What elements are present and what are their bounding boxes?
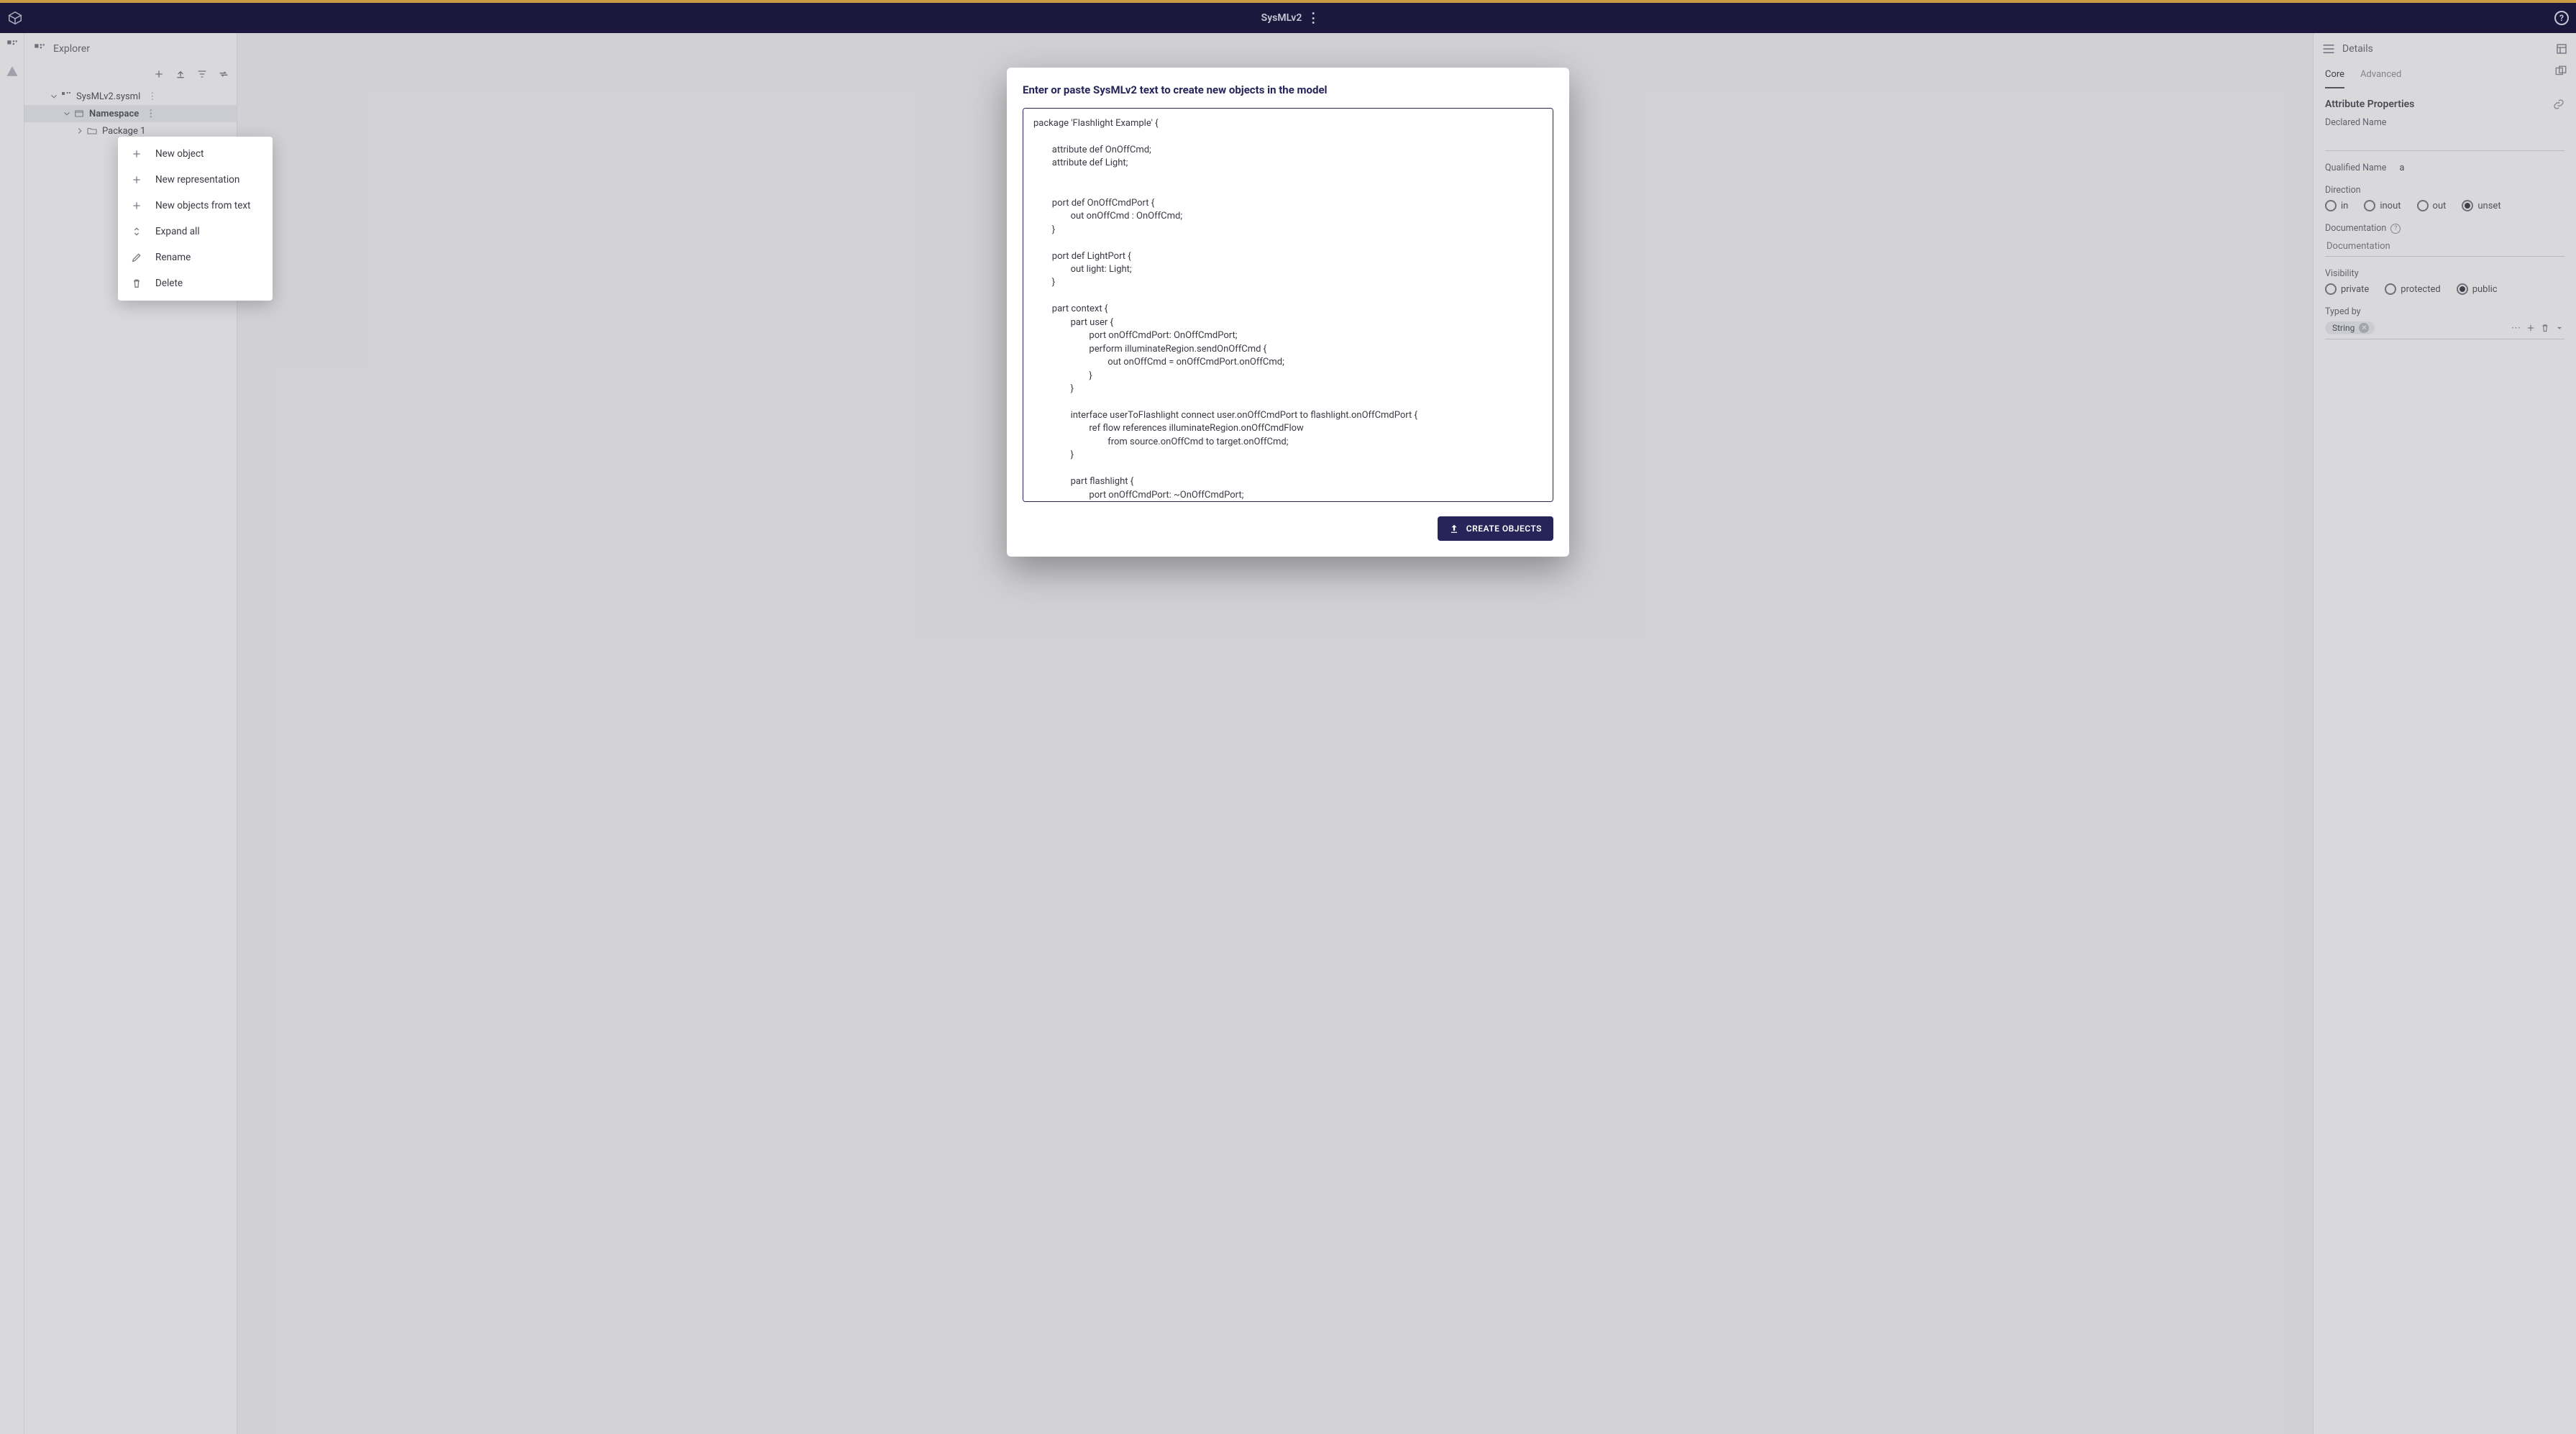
sysml-text-input[interactable] (1023, 108, 1553, 502)
context-menu: New object New representation New object… (118, 137, 273, 301)
plus-icon (131, 174, 142, 186)
modal-title: Enter or paste SysMLv2 text to create ne… (1023, 83, 1553, 96)
expand-icon (131, 226, 142, 237)
title-more-icon[interactable] (1312, 12, 1315, 24)
create-objects-button[interactable]: CREATE OBJECTS (1438, 516, 1553, 541)
edit-icon (131, 252, 142, 263)
ctx-new-representation[interactable]: New representation (118, 167, 273, 193)
app-title: SysMLv2 (1261, 12, 1302, 24)
ctx-rename[interactable]: Rename (118, 245, 273, 270)
ctx-new-object[interactable]: New object (118, 141, 273, 167)
ctx-expand-all[interactable]: Expand all (118, 219, 273, 245)
publish-icon (1449, 524, 1459, 534)
trash-icon (131, 278, 142, 289)
plus-icon (131, 148, 142, 160)
ctx-new-from-text[interactable]: New objects from text (118, 193, 273, 219)
help-icon[interactable]: ? (2554, 11, 2569, 25)
app-logo-icon (7, 10, 23, 26)
ctx-delete[interactable]: Delete (118, 270, 273, 296)
create-objects-modal: Enter or paste SysMLv2 text to create ne… (1007, 68, 1569, 557)
plus-icon (131, 200, 142, 211)
title-bar: SysMLv2 ? (0, 3, 2576, 33)
